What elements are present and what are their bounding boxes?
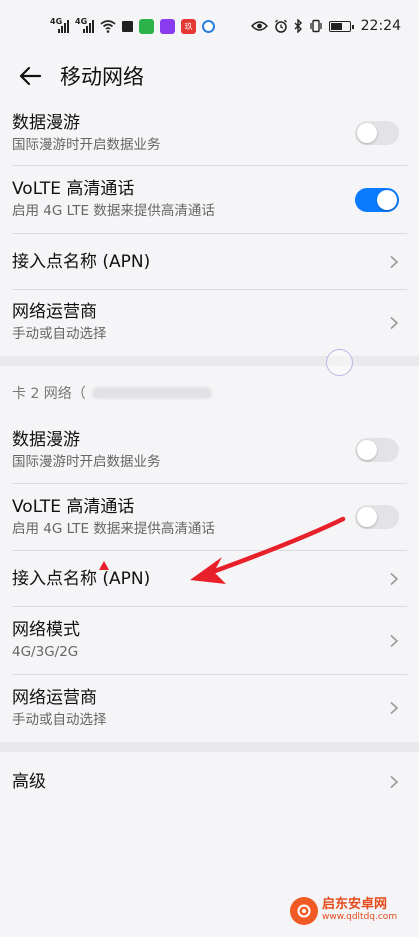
annotation-arrow-shaft (212, 516, 346, 574)
watermark-name: 启东安卓网 (322, 897, 388, 912)
watermark-url: www.qdltdq.com (322, 912, 398, 922)
annotation-arrow (99, 516, 346, 584)
watermark: 启东安卓网 www.qdltdq.com (290, 897, 397, 925)
watermark-logo-icon (290, 897, 318, 925)
annotation-marker (99, 561, 109, 570)
